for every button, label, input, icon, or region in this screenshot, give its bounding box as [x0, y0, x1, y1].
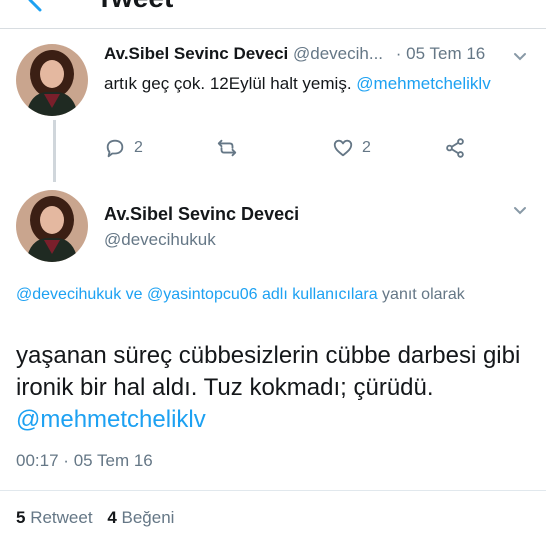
mention-link[interactable]: @devecihukuk	[16, 286, 121, 303]
page-title: Tweet	[96, 0, 173, 14]
mention-link[interactable]: @mehmetcheliklv	[356, 74, 490, 93]
mention-link[interactable]: @mehmetcheliklv	[16, 406, 206, 433]
author-handle[interactable]: @devecih...	[293, 44, 383, 63]
thread-line	[53, 120, 56, 182]
reply-count: 2	[134, 139, 143, 156]
retweet-icon	[217, 139, 237, 157]
reply-context: @devecihukuk ve @yasintopcu06 adlı kulla…	[16, 284, 536, 305]
reply-suffix: yanıt olarak	[382, 286, 465, 303]
tweet-stats: 5 Retweet 4 Beğeni	[16, 508, 174, 528]
chevron-down-icon[interactable]	[512, 202, 528, 218]
author-handle[interactable]: @devecihukuk	[104, 230, 216, 250]
chevron-down-icon[interactable]	[512, 48, 528, 64]
retweets-count: 5	[16, 508, 26, 527]
stats-divider	[0, 490, 546, 491]
tweet-date: 05 Tem 16	[73, 451, 153, 470]
share-icon	[446, 138, 464, 158]
tweet-text: artık geç çok. 12Eylül halt yemiş. @mehm…	[104, 74, 491, 94]
likes-count: 4	[107, 508, 117, 527]
reply-icon	[106, 139, 124, 158]
header-divider	[0, 28, 546, 29]
reply-joiner: ve	[125, 286, 143, 303]
reply-button[interactable]: 2	[104, 136, 143, 160]
top-bar: Tweet	[0, 0, 546, 28]
likes-stat[interactable]: 4 Beğeni	[107, 508, 174, 527]
like-count: 2	[362, 139, 371, 156]
dot-separator: ·	[63, 451, 69, 470]
tweet-body: yaşanan süreç cübbesizlerin cübbe darbes…	[16, 342, 521, 401]
dot-separator: ·	[395, 44, 402, 63]
heart-icon	[333, 139, 353, 157]
tweet-header: Av.Sibel Sevinc Deveci @devecih... · 05 …	[104, 44, 485, 64]
retweets-label: Retweet	[30, 508, 93, 527]
tweet-time: 00:17	[16, 451, 59, 470]
retweets-stat[interactable]: 5 Retweet	[16, 508, 97, 527]
author-name[interactable]: Av.Sibel Sevinc Deveci	[104, 204, 299, 225]
like-button[interactable]: 2	[332, 136, 371, 160]
tweet-date[interactable]: 05 Tem 16	[406, 44, 485, 63]
avatar[interactable]	[16, 44, 88, 116]
tweet-text: yaşanan süreç cübbesizlerin cübbe darbes…	[16, 340, 526, 436]
share-button[interactable]	[444, 136, 466, 160]
mention-link[interactable]: @yasintopcu06 adlı kullanıcılara	[147, 286, 378, 303]
likes-label: Beğeni	[121, 508, 175, 527]
author-name[interactable]: Av.Sibel Sevinc Deveci	[104, 44, 288, 63]
retweet-button[interactable]	[216, 136, 238, 160]
tweet-body: artık geç çok. 12Eylül halt yemiş.	[104, 74, 352, 93]
tweet-timestamp: 00:17 · 05 Tem 16	[16, 451, 153, 471]
back-arrow-icon[interactable]	[22, 0, 50, 14]
avatar[interactable]	[16, 190, 88, 262]
